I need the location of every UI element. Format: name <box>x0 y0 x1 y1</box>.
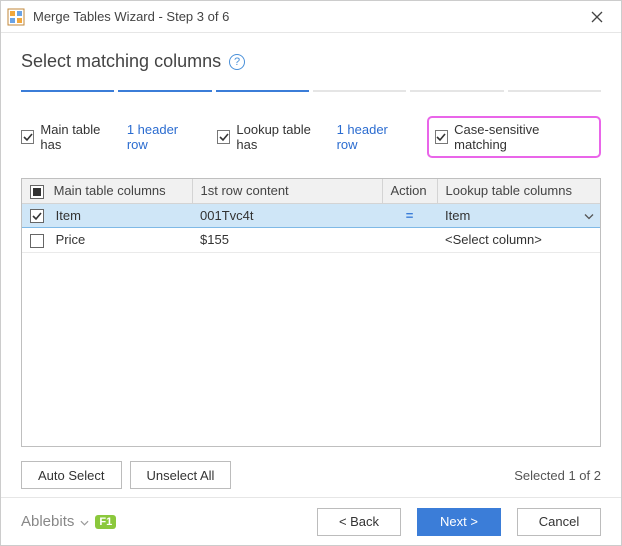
checkmark-icon <box>32 211 42 221</box>
checkmark-icon <box>436 132 446 142</box>
back-button[interactable]: < Back <box>317 508 401 536</box>
titlebar: Merge Tables Wizard - Step 3 of 6 <box>1 1 621 33</box>
progress-step-6 <box>508 90 601 92</box>
brand-label: Ablebits <box>21 513 74 530</box>
chevron-down-icon <box>584 208 594 223</box>
checkmark-icon <box>23 132 33 142</box>
lookup-header-link[interactable]: 1 header row <box>337 122 409 152</box>
header-checkbox-icon[interactable] <box>30 185 44 199</box>
selection-count: Selected 1 of 2 <box>514 468 601 483</box>
header-action-label[interactable]: Action <box>382 179 437 203</box>
case-sensitive-highlight: Case-sensitive matching <box>427 116 601 158</box>
table-header-row: Main table columns 1st row content Actio… <box>22 179 600 203</box>
help-key-badge[interactable]: F1 <box>95 515 116 529</box>
row-first-content: $155 <box>192 228 382 253</box>
step-heading-text: Select matching columns <box>21 51 221 72</box>
checkbox-box <box>435 130 448 144</box>
progress-step-2 <box>118 90 211 92</box>
close-icon <box>591 11 603 23</box>
header-main-label: Main table columns <box>54 183 166 198</box>
progress-bar <box>21 90 601 92</box>
brand-menu[interactable]: Ablebits F1 <box>21 513 116 530</box>
main-header-link[interactable]: 1 header row <box>127 122 199 152</box>
auto-select-button[interactable]: Auto Select <box>21 461 122 489</box>
row-lookup-dropdown[interactable]: Item <box>437 203 600 228</box>
wizard-window: Merge Tables Wizard - Step 3 of 6 Select… <box>0 0 622 546</box>
close-button[interactable] <box>575 2 619 32</box>
table-row[interactable]: Price $155 <Select column> <box>22 228 600 253</box>
case-sensitive-label: Case-sensitive matching <box>454 122 589 152</box>
chevron-down-icon <box>80 513 89 530</box>
window-title: Merge Tables Wizard - Step 3 of 6 <box>33 9 575 24</box>
row-first-content: 001Tvc4t <box>192 203 382 228</box>
cancel-button[interactable]: Cancel <box>517 508 601 536</box>
header-main-columns[interactable]: Main table columns <box>22 179 192 203</box>
table-row[interactable]: Item 001Tvc4t = Item <box>22 203 600 228</box>
header-first-row-label[interactable]: 1st row content <box>192 179 382 203</box>
checkbox-box <box>217 130 230 144</box>
help-icon[interactable]: ? <box>229 54 245 70</box>
progress-step-4 <box>313 90 406 92</box>
lookup-header-checkbox[interactable]: Lookup table has 1 header row <box>217 122 409 152</box>
unselect-all-button[interactable]: Unselect All <box>130 461 232 489</box>
row-main-col: Item <box>56 208 81 223</box>
progress-step-5 <box>410 90 503 92</box>
case-sensitive-checkbox[interactable]: Case-sensitive matching <box>435 122 589 152</box>
row-lookup-dropdown[interactable]: <Select column> <box>437 228 600 253</box>
header-lookup-label[interactable]: Lookup table columns <box>437 179 600 203</box>
options-row: Main table has 1 header row Lookup table… <box>21 116 601 158</box>
progress-step-1 <box>21 90 114 92</box>
row-main-col: Price <box>56 232 86 247</box>
lookup-header-label: Lookup table has <box>236 122 330 152</box>
main-header-checkbox[interactable]: Main table has 1 header row <box>21 122 199 152</box>
columns-table: Main table columns 1st row content Actio… <box>21 178 601 447</box>
row-action: = <box>406 208 414 223</box>
row-checkbox[interactable] <box>30 234 44 248</box>
content-area: Select matching columns ? Main table has… <box>1 33 621 497</box>
checkmark-icon <box>219 132 229 142</box>
checkbox-box <box>21 130 34 144</box>
footer-buttons: < Back Next > Cancel <box>317 508 601 536</box>
main-header-label: Main table has <box>40 122 120 152</box>
row-lookup-value: <Select column> <box>445 232 542 247</box>
table-actions-row: Auto Select Unselect All Selected 1 of 2 <box>21 461 601 489</box>
app-logo-icon <box>7 8 25 26</box>
row-lookup-value: Item <box>445 208 470 223</box>
progress-step-3 <box>216 90 309 92</box>
footer: Ablebits F1 < Back Next > Cancel <box>1 497 621 545</box>
next-button[interactable]: Next > <box>417 508 501 536</box>
step-heading: Select matching columns ? <box>21 51 601 72</box>
row-checkbox[interactable] <box>30 209 44 223</box>
